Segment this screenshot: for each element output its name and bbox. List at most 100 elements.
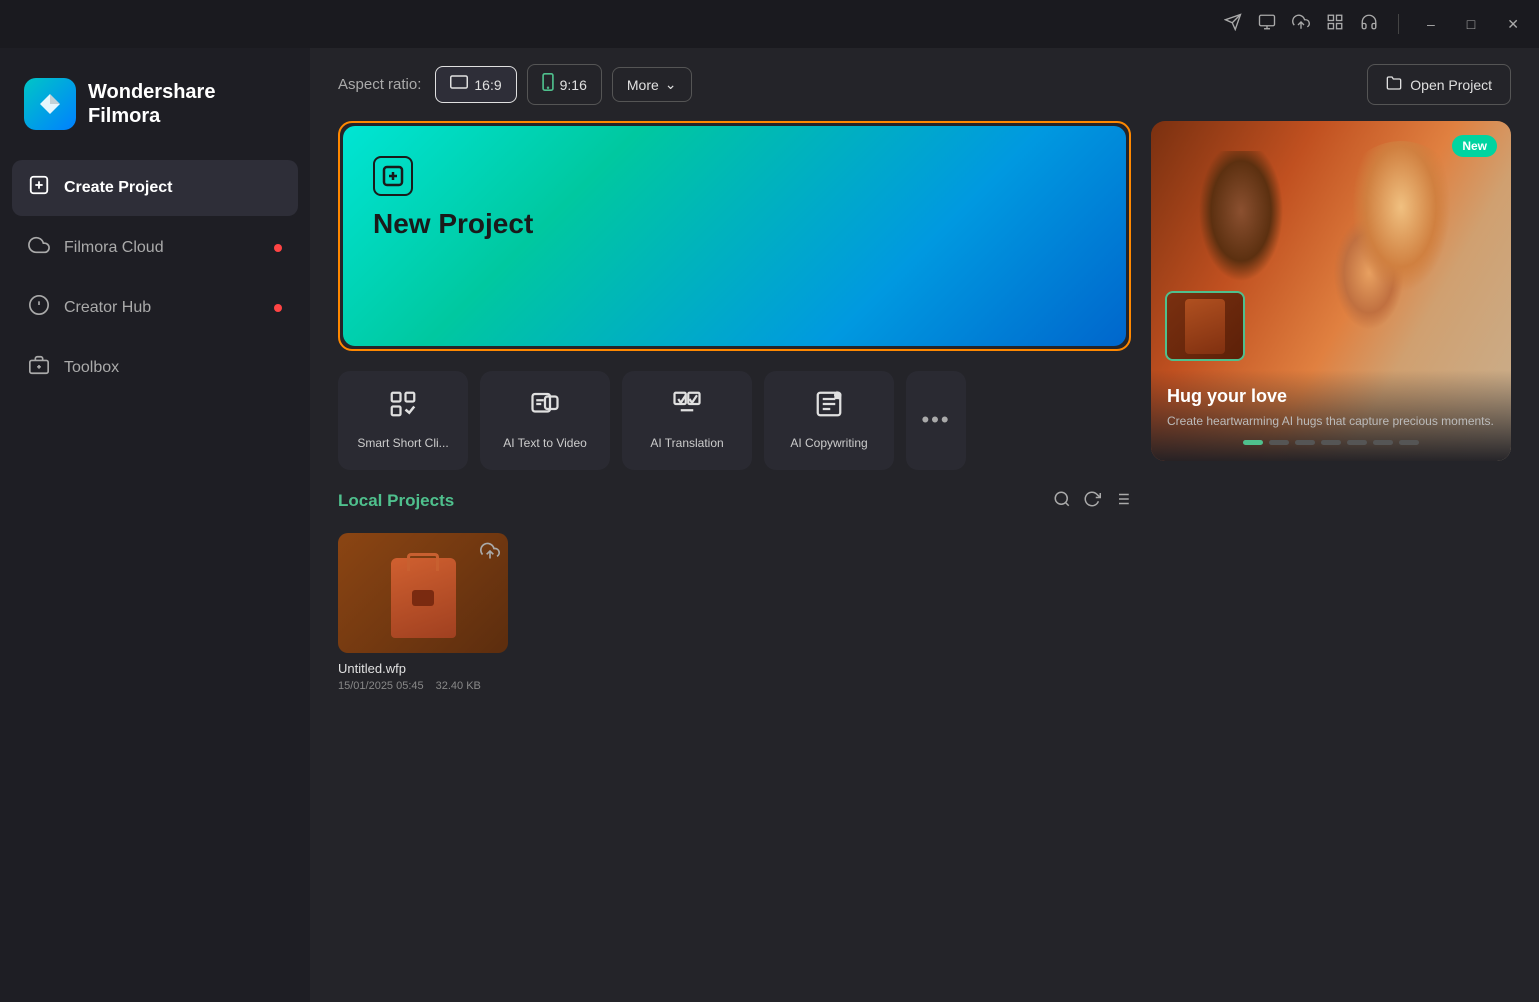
sidebar-item-filmora-cloud[interactable]: Filmora Cloud bbox=[12, 220, 298, 276]
folder-icon bbox=[1386, 75, 1402, 94]
local-projects-actions bbox=[1053, 490, 1131, 513]
monitor-icon bbox=[450, 75, 468, 94]
chevron-down-icon: ⌄ bbox=[665, 76, 677, 93]
sidebar-item-creator-hub[interactable]: Creator Hub bbox=[12, 280, 298, 336]
promo-dot-1[interactable] bbox=[1243, 440, 1263, 445]
content-area: New Project bbox=[310, 121, 1539, 1002]
project-name: Untitled.wfp bbox=[338, 661, 508, 676]
svg-text:AI: AI bbox=[835, 394, 841, 400]
promo-text-area: Hug your love Create heartwarming AI hug… bbox=[1151, 370, 1511, 461]
project-info: Untitled.wfp 15/01/2025 05:45 32.40 KB bbox=[338, 661, 508, 692]
sidebar-label-toolbox: Toolbox bbox=[64, 359, 119, 377]
aspect-16-9-label: 16:9 bbox=[474, 77, 501, 93]
main-content: Aspect ratio: 16:9 bbox=[310, 48, 1539, 1002]
promo-small-thumbnail bbox=[1165, 291, 1245, 361]
ai-translation-icon bbox=[672, 389, 702, 426]
ai-text-to-video-button[interactable]: AI Text to Video bbox=[480, 371, 610, 470]
promo-dot-4[interactable] bbox=[1321, 440, 1341, 445]
create-project-icon bbox=[28, 174, 50, 202]
more-button-label: More bbox=[627, 77, 659, 93]
send-icon[interactable] bbox=[1224, 13, 1242, 36]
new-project-content: New Project bbox=[373, 156, 533, 240]
ai-copywriting-icon: AI bbox=[814, 389, 844, 426]
aspect-ratio-group: Aspect ratio: 16:9 bbox=[338, 64, 692, 105]
local-projects-header: Local Projects bbox=[338, 490, 1131, 513]
filmora-cloud-icon bbox=[28, 234, 50, 262]
new-project-card[interactable]: New Project bbox=[338, 121, 1131, 351]
ai-copywriting-label: AI Copywriting bbox=[790, 436, 867, 452]
promo-image-area: New Hug your love Create heartwarming AI… bbox=[1151, 121, 1511, 461]
sidebar-logo: WondershareFilmora bbox=[0, 68, 310, 160]
topbar: Aspect ratio: 16:9 bbox=[310, 48, 1539, 121]
project-thumbnail bbox=[338, 533, 508, 653]
aspect-16-9-button[interactable]: 16:9 bbox=[435, 66, 516, 103]
ai-text-to-video-label: AI Text to Video bbox=[503, 436, 587, 452]
new-project-label: New Project bbox=[373, 208, 533, 240]
minimize-button[interactable]: – bbox=[1419, 12, 1443, 36]
toolbox-icon bbox=[28, 354, 50, 382]
view-toggle-button[interactable] bbox=[1113, 490, 1131, 513]
aspect-ratio-label: Aspect ratio: bbox=[338, 76, 421, 93]
smart-short-clip-icon bbox=[388, 389, 418, 426]
aspect-9-16-button[interactable]: 9:16 bbox=[527, 64, 602, 105]
upload-to-cloud-icon[interactable] bbox=[480, 541, 500, 566]
ai-text-to-video-icon bbox=[530, 389, 560, 426]
upload-icon[interactable] bbox=[1292, 13, 1310, 36]
more-button[interactable]: More ⌄ bbox=[612, 67, 692, 102]
headphone-icon[interactable] bbox=[1360, 13, 1378, 36]
ai-tools-more-button[interactable]: ••• bbox=[906, 371, 966, 470]
sidebar-item-toolbox[interactable]: Toolbox bbox=[12, 340, 298, 396]
promo-dot-7[interactable] bbox=[1399, 440, 1419, 445]
smart-short-clip-label: Smart Short Cli... bbox=[357, 436, 448, 452]
promo-dot-6[interactable] bbox=[1373, 440, 1393, 445]
local-projects-title: Local Projects bbox=[338, 491, 454, 511]
creator-hub-icon bbox=[28, 294, 50, 322]
screen-icon[interactable] bbox=[1258, 13, 1276, 36]
refresh-button[interactable] bbox=[1083, 490, 1101, 513]
left-content: New Project bbox=[338, 121, 1131, 974]
more-dots-icon: ••• bbox=[921, 407, 950, 433]
smart-short-clip-button[interactable]: Smart Short Cli... bbox=[338, 371, 468, 470]
project-size: 32.40 KB bbox=[436, 680, 481, 692]
creator-hub-notification-dot bbox=[274, 304, 282, 312]
promo-description: Create heartwarming AI hugs that capture… bbox=[1167, 413, 1495, 430]
sidebar-item-create-project[interactable]: Create Project bbox=[12, 160, 298, 216]
sidebar-label-creator-hub: Creator Hub bbox=[64, 299, 151, 317]
table-row[interactable]: Untitled.wfp 15/01/2025 05:45 32.40 KB bbox=[338, 533, 508, 692]
promo-card[interactable]: New Hug your love Create heartwarming AI… bbox=[1151, 121, 1511, 461]
ai-translation-button[interactable]: AI Translation bbox=[622, 371, 752, 470]
sidebar: WondershareFilmora Create Project bbox=[0, 48, 310, 1002]
promo-navigation-dots bbox=[1167, 440, 1495, 445]
sidebar-label-create-project: Create Project bbox=[64, 179, 173, 197]
ai-tools-row: Smart Short Cli... AI Text to Video bbox=[338, 371, 1131, 470]
maximize-button[interactable]: □ bbox=[1459, 12, 1483, 36]
aspect-9-16-label: 9:16 bbox=[560, 77, 587, 93]
promo-dot-5[interactable] bbox=[1347, 440, 1367, 445]
titlebar-divider bbox=[1398, 14, 1399, 34]
promo-dot-3[interactable] bbox=[1295, 440, 1315, 445]
project-grid: Untitled.wfp 15/01/2025 05:45 32.40 KB bbox=[338, 533, 1131, 692]
ai-translation-label: AI Translation bbox=[650, 436, 723, 452]
open-project-button[interactable]: Open Project bbox=[1367, 64, 1511, 105]
app-logo-icon bbox=[24, 78, 76, 130]
titlebar-icons: – □ ✕ bbox=[1224, 12, 1527, 37]
promo-dot-2[interactable] bbox=[1269, 440, 1289, 445]
mobile-icon bbox=[542, 73, 554, 96]
app-body: WondershareFilmora Create Project bbox=[0, 48, 1539, 1002]
right-panel: New Hug your love Create heartwarming AI… bbox=[1151, 121, 1511, 974]
filmora-cloud-notification-dot bbox=[274, 244, 282, 252]
app-logo-text: WondershareFilmora bbox=[88, 80, 215, 128]
close-button[interactable]: ✕ bbox=[1499, 12, 1527, 37]
project-date: 15/01/2025 05:45 bbox=[338, 680, 424, 692]
titlebar: – □ ✕ bbox=[0, 0, 1539, 48]
promo-title: Hug your love bbox=[1167, 386, 1495, 407]
open-project-label: Open Project bbox=[1410, 77, 1492, 93]
search-button[interactable] bbox=[1053, 490, 1071, 513]
project-meta: 15/01/2025 05:45 32.40 KB bbox=[338, 680, 508, 692]
ai-copywriting-button[interactable]: AI AI Copywriting bbox=[764, 371, 894, 470]
sidebar-navigation: Create Project Filmora Cloud bbox=[0, 160, 310, 396]
grid-icon[interactable] bbox=[1326, 13, 1344, 36]
promo-new-badge: New bbox=[1452, 135, 1497, 157]
new-project-inner[interactable]: New Project bbox=[343, 126, 1126, 346]
sidebar-label-filmora-cloud: Filmora Cloud bbox=[64, 239, 164, 257]
